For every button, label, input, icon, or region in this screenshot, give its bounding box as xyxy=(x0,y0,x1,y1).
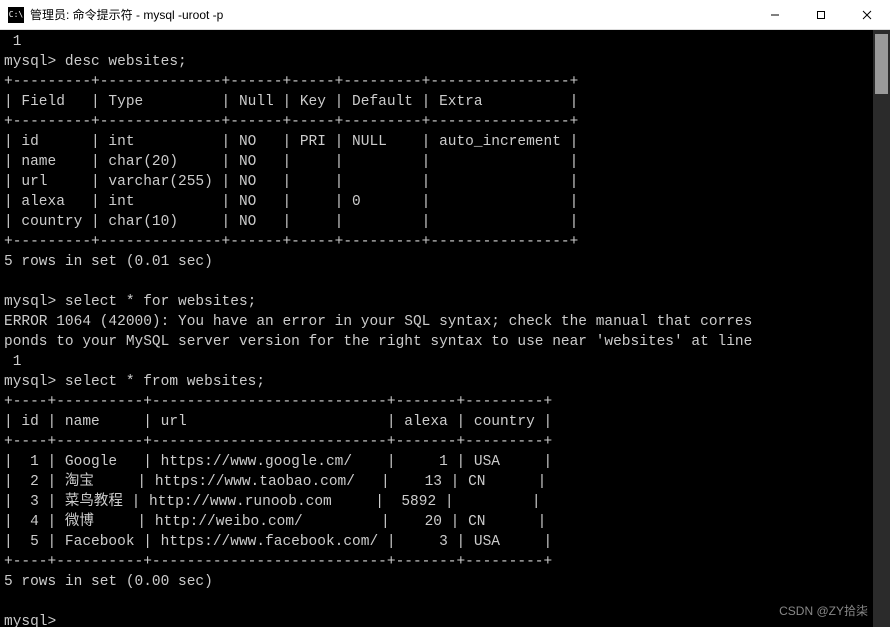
titlebar[interactable]: C:\ 管理员: 命令提示符 - mysql -uroot -p xyxy=(0,0,890,30)
scrollbar[interactable] xyxy=(873,30,890,627)
terminal[interactable]: 1 mysql> desc websites; +---------+-----… xyxy=(0,30,890,627)
cmd-icon: C:\ xyxy=(8,7,24,23)
watermark: CSDN @ZY拾柒 xyxy=(779,602,868,619)
scrollbar-thumb[interactable] xyxy=(875,34,888,94)
minimize-button[interactable] xyxy=(752,0,798,30)
close-button[interactable] xyxy=(844,0,890,30)
cmd-icon-label: C:\ xyxy=(9,10,23,19)
window-title: 管理员: 命令提示符 - mysql -uroot -p xyxy=(30,6,223,23)
cmd-window: C:\ 管理员: 命令提示符 - mysql -uroot -p 1 mysql… xyxy=(0,0,890,627)
terminal-wrap: 1 mysql> desc websites; +---------+-----… xyxy=(0,30,890,627)
maximize-button[interactable] xyxy=(798,0,844,30)
